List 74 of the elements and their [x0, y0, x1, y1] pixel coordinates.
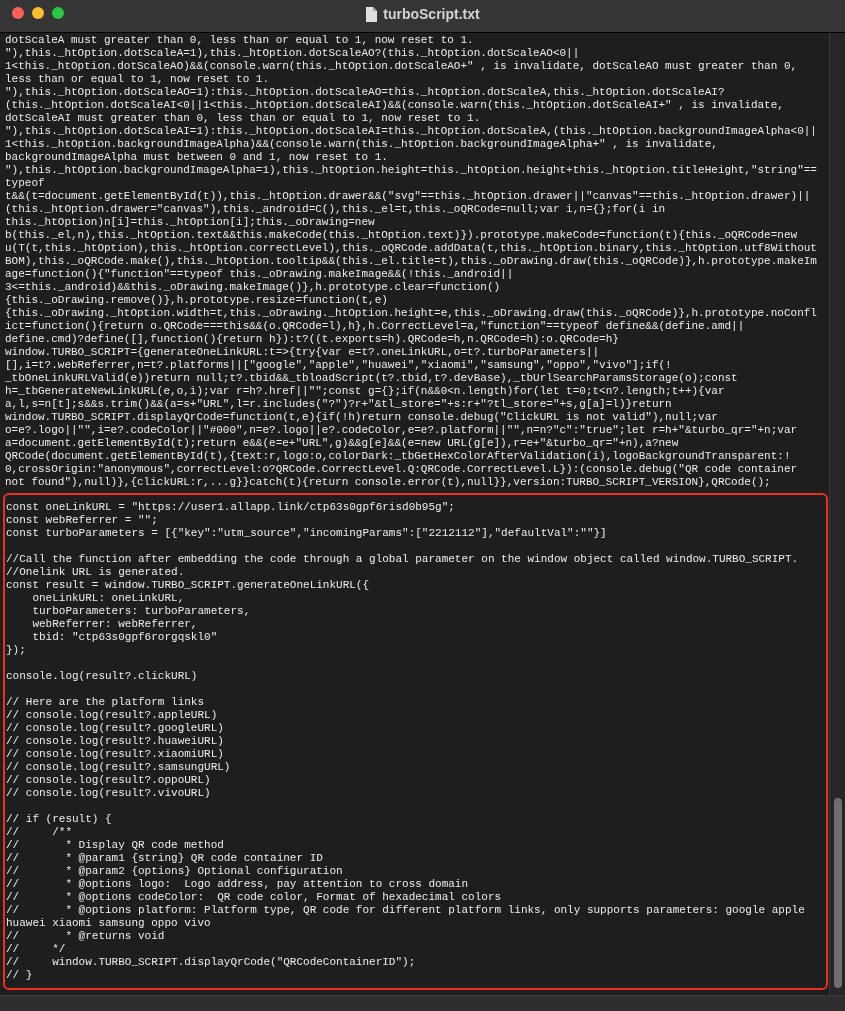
- code-line: (this._htOption.dotScaleAI<0||1<this._htOption.dotScaleAI)&&(console.warn(this._htOption.dotScaleAI+" , is invalidate,: [5, 99, 785, 112]
- code-line: // console.log(result?.xiaomiURL): [6, 748, 225, 761]
- code-line: this._htOption)n[i]=this._htOption[i];this._oDrawing=new: [5, 216, 376, 229]
- code-line: // if (result) {: [6, 813, 113, 826]
- code-line: const webReferrer = "";: [6, 514, 159, 527]
- code-line: dotScaleA must greater than 0, less than or equal to 1, now reset to 1.: [5, 34, 475, 47]
- code-line: // * @options logo: Logo address, pay attention to cross domain: [6, 878, 470, 891]
- code-line: const turboParameters = [{"key":"utm_source","incomingParams":["2212112"],"defaultVal":""}]: [6, 527, 608, 540]
- code-line: // console.log(result?.appleURL): [6, 709, 219, 722]
- close-button[interactable]: [12, 7, 24, 19]
- code-line: define.cmd)?define([],function(){return h}):t?((t.exports=h).QRCode=h,n.QRCode=h):o.QRCode=h}: [5, 333, 620, 346]
- code-line: 3<=this._android)&&this._oDrawing.makeImage()},h.prototype.clear=function(): [5, 281, 502, 294]
- code-line: huawei xiaomi samsung oppo vivo: [6, 917, 212, 930]
- code-line: a,l,s=n[t];s&&s.trim()&&(a=s+"URL",l=r.includes("?")?r+"&tl_store="+s:r+"?tl_store="+s,g[a]=l)}return: [5, 398, 673, 411]
- code-line: // console.log(result?.huaweiURL): [6, 735, 225, 748]
- code-line: t&&(t=document.getElementById(t)),this._htOption.drawer&&("svg"==this._htOption.drawer||"canvas"==this._htOption.drawer)||: [5, 190, 812, 203]
- code-line: less than or equal to 1, now reset to 1.: [5, 73, 271, 86]
- code-line: // console.log(result?.samsungURL): [6, 761, 232, 774]
- code-line: // console.log(result?.vivoURL): [6, 787, 212, 800]
- code-line: window.TURBO_SCRIPT.displayQrCode=function(t,e){if(!h)return console.debug("ClickURL is not valid"),null;var: [5, 411, 719, 424]
- code-line: typeof: [5, 177, 46, 190]
- code-line: // * Display QR code method: [6, 839, 225, 852]
- code-line: a=document.getElementById(t);return e&&(e=e+"URL",g)&&g[e]&&(e=new URL(g[e]),r=e+"&turbo_qr="+n),a?new: [5, 437, 680, 450]
- code-line: // * @param2 {options} Optional configuration: [6, 865, 344, 878]
- code-line: BOM),this._oQRCode.make(),this._htOption.tooltip&&(this._el.title=t),this._oDrawing.draw(this._oQRCode)},h.prototype.makeIm: [5, 255, 818, 268]
- code-line: _tbOneLinkURLValid(e))return null;t?.tbid&&_tbloadScript(t?.tbid,t?.devBase),_tbUrlSearchParamsStorage(o);const: [5, 372, 739, 385]
- code-line: 1<this._htOption.dotScaleAO)&&(console.warn(this._htOption.dotScaleAO+" , is invalidate, dotScaleAO must greater than 0,: [5, 60, 799, 73]
- code-line: //Onelink URL is generated.: [6, 566, 186, 579]
- code-line: window.TURBO_SCRIPT={generateOneLinkURL:t=>{try{var e=t?.oneLinkURL,o=t?.turboParameters||: [5, 346, 601, 359]
- scrollbar-thumb[interactable]: [834, 798, 842, 988]
- code-line: // console.log(result?.oppoURL): [6, 774, 212, 787]
- code-line: turboParameters: turboParameters,: [31, 605, 252, 618]
- code-line: [],i=t?.webReferrer,n=t?.platforms||["google","apple","huawei","xiaomi","samsung","oppo","vivo"];if(!: [5, 359, 673, 372]
- code-line: not found"),null)},{clickURL:r,...g}}catch(t){return console.error(t),null}},version:TURBO_SCRIPT_VERSION},QRCode();: [5, 476, 772, 489]
- code-line: "),this._htOption.backgroundImageAlpha=1),this._htOption.height=this._htOption.height+this._htOption.titleHeight,"string"==: [5, 164, 818, 177]
- code-line: dotScaleAI must greater than 0, less than or equal to 1, now reset to 1.: [5, 112, 482, 125]
- code-line: 1<this._htOption.backgroundImageAlpha)&&(console.warn(this._htOption.backgroundImageAlpha+" , is invalidate,: [5, 138, 719, 151]
- code-line: const result = window.TURBO_SCRIPT.generateOneLinkURL({: [6, 579, 371, 592]
- code-line: // Here are the platform links: [6, 696, 206, 709]
- code-line: // * @param1 {string} QR code container ID: [6, 852, 324, 865]
- code-line: o=e?.logo||"",i=e?.codeColor||"#000",n=e?.logo||e?.codeColor,e=e?.platform||"",n=n?"c":"true";let r=h+"&turbo_qr="+n;var: [5, 424, 799, 437]
- code-line: // window.TURBO_SCRIPT.displayQrCode("QRCodeContainerID");: [6, 956, 417, 969]
- code-line: // * @options codeColor: QR code color, Format of hexadecimal colors: [6, 891, 503, 904]
- code-line: {this._oDrawing._htOption.width=t,this._oDrawing._htOption.height=e,this._oDrawing.draw(this._oQRCode)},h.prototype.noConfl: [5, 307, 818, 320]
- code-line: });: [6, 644, 27, 657]
- code-line: const oneLinkURL = "https://user1.allapp.link/ctp63s0gpf6risd0b95g";: [6, 501, 456, 514]
- code-line: // }: [6, 969, 34, 982]
- code-line: // console.log(result?.googleURL): [6, 722, 225, 735]
- code-line: //Call the function after embedding the code through a global parameter on the window object called window.TURBO_SCRIPT.: [6, 553, 800, 566]
- minimize-button[interactable]: [32, 7, 44, 19]
- code-line: console.log(result?.clickURL): [6, 670, 199, 683]
- code-line: // * @returns void: [6, 930, 166, 943]
- code-line: // * @options platform: Platform type, QR code for different platform links, only supports parameters: google apple: [6, 904, 806, 917]
- code-line: webReferrer: webReferrer,: [31, 618, 199, 631]
- code-line: // /**: [6, 826, 73, 839]
- window-title: turboScript.txt: [383, 4, 480, 24]
- code-line: QRCode(document.getElementById(t),{text:r,logo:o,colorDark:_tbGetHexColorAfterValidation(i),logoBackgroundTransparent:!: [5, 450, 792, 463]
- code-line: tbid: "ctp63s0gpf6rorgqskl0": [31, 631, 219, 644]
- code-line: u(T(t,this._htOption),this._htOption.correctLevel),this._oQRCode.addData(t,this._htOption.binary,this._htOption.utf8Without: [5, 242, 818, 255]
- code-line: backgroundImageAlpha must between 0 and 1, now reset to 1.: [5, 151, 389, 164]
- code-line: h=_tbGenerateNewLinkURL(e,o,i);var r=h?.href||"";const g={};if(n&&0<n.length)for(let t=0;t<n?.length;t++){var: [5, 385, 726, 398]
- code-line: {this._oDrawing.remove()},h.prototype.resize=function(t,e): [5, 294, 389, 307]
- code-line: oneLinkURL: oneLinkURL,: [31, 592, 186, 605]
- code-line: "),this._htOption.dotScaleA=1),this._htOption.dotScaleAO?(this._htOption.dotScaleAO<0||: [5, 47, 581, 60]
- code-line: "),this._htOption.dotScaleAO=1):this._htOption.dotScaleAO=this._htOption.dotScaleA,this._htOption.dotScaleAI?: [5, 86, 726, 99]
- code-line: ict=function(){return o.QRCode===this&&(o.QRCode=l),h},h.CorrectLevel=a,"function"==typeof define&&(define.amd||: [5, 320, 746, 333]
- code-line: // */: [6, 943, 67, 956]
- code-line: "),this._htOption.dotScaleAI=1):this._htOption.dotScaleAI=this._htOption.dotScaleA,(this._htOption.backgroundImageAlpha<0||: [5, 125, 818, 138]
- document-icon: [365, 6, 378, 22]
- code-line: (this._htOption.drawer="canvas"),this._android=C(),this._el=t,this._oQRCode=null;var i,n={};for(i in: [5, 203, 667, 216]
- code-line: 0,crossOrigin:"anonymous",correctLevel:o?QRCode.CorrectLevel.Q:QRCode.CorrectLevel.L}):(console.debug("QR code container: [5, 463, 799, 476]
- code-line: age=function(){"function"==typeof this._oDrawing.makeImage&&(!this._android||: [5, 268, 515, 281]
- code-line: b(this._el,n),this._htOption.text&&this.makeCode(this._htOption.text)}).prototype.makeCode=function(t){this._oQRCode=new: [5, 229, 799, 242]
- zoom-button[interactable]: [52, 7, 64, 19]
